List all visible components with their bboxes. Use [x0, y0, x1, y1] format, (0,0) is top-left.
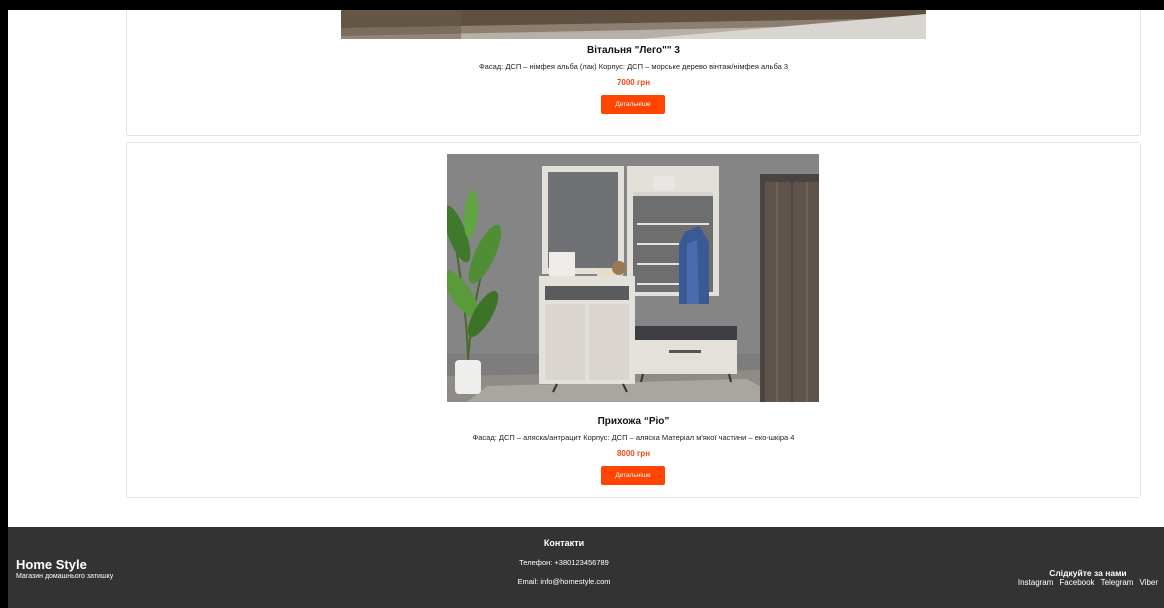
product-description: Фасад: ДСП – аляска/антрацит Корпус: ДСП… [472, 433, 795, 442]
product-title: Прихожа “Ріо” [597, 416, 670, 427]
social-link-instagram[interactable]: Instagram [1018, 578, 1054, 587]
details-button[interactable]: Детальніше [601, 466, 665, 485]
contact-email: Email: info@homestyle.com [517, 577, 611, 586]
footer: Home Style Магазин домашнього затишку Ко… [8, 527, 1164, 608]
contacts-title: Контакти [543, 538, 585, 548]
product-description: Фасад: ДСП – німфея альба (лак) Корпус: … [478, 62, 789, 71]
footer-contacts: Контакти Телефон: +380123456789 Email: i… [8, 538, 1120, 586]
product-image-living-room[interactable] [341, 10, 926, 39]
product-image-hallway[interactable] [447, 154, 819, 402]
product-title: Вітальня "Лего"" 3 [587, 45, 680, 56]
social-link-facebook[interactable]: Facebook [1059, 578, 1094, 587]
social-links: Instagram Facebook Telegram Viber [1018, 578, 1158, 587]
page: Вітальня "Лего"" 3 Фасад: ДСП – німфея а… [8, 10, 1164, 608]
product-card: Прихожа “Ріо” Фасад: ДСП – аляска/антрац… [126, 142, 1141, 498]
social-link-viber[interactable]: Viber [1139, 578, 1158, 587]
social-title: Слідкуйте за нами [1049, 568, 1127, 578]
product-price: 7000 грн [616, 78, 651, 87]
footer-social: Слідкуйте за нами Instagram Facebook Tel… [1018, 568, 1158, 587]
social-link-telegram[interactable]: Telegram [1101, 578, 1134, 587]
details-button[interactable]: Детальніше [601, 95, 665, 114]
contact-phone: Телефон: +380123456789 [519, 558, 609, 567]
product-card: Вітальня "Лего"" 3 Фасад: ДСП – німфея а… [126, 10, 1141, 136]
product-price: 8000 грн [616, 449, 651, 458]
